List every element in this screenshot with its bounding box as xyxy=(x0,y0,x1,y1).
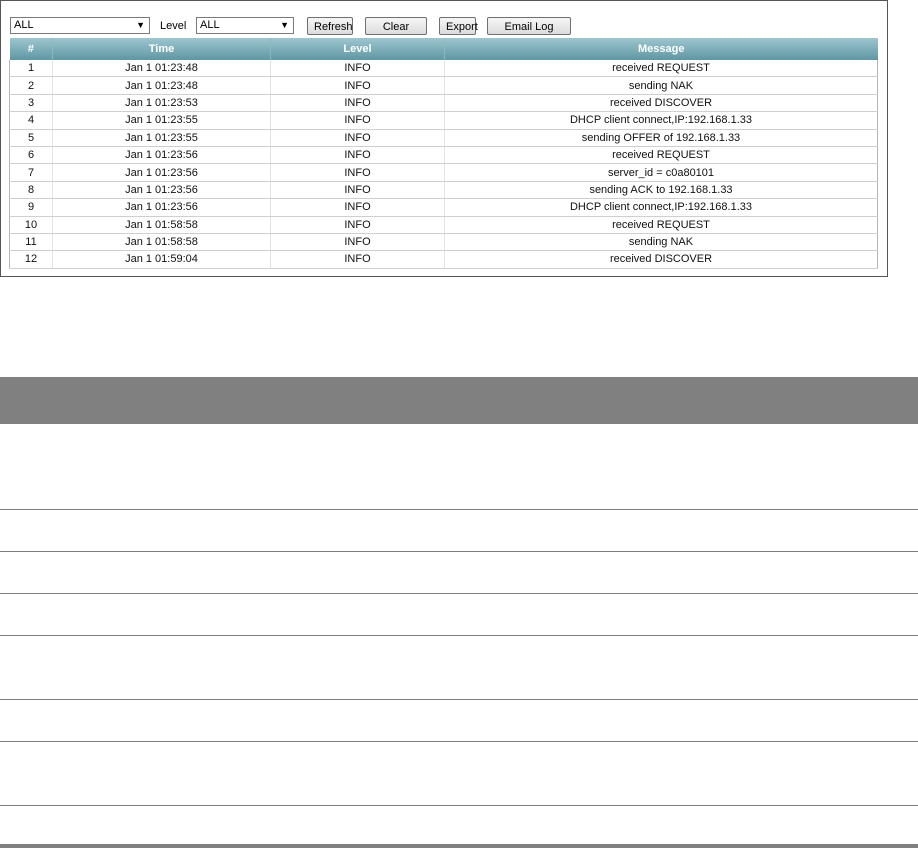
lower-table-row xyxy=(0,806,918,844)
log-row[interactable]: 1 Jan 1 01:23:48 INFO received REQUEST xyxy=(9,60,878,78)
log-level: INFO xyxy=(270,198,445,217)
log-message: received REQUEST xyxy=(444,146,878,165)
log-time: Jan 1 01:23:56 xyxy=(52,163,271,182)
log-table-header: # Time Level Message xyxy=(9,38,878,60)
log-time: Jan 1 01:23:55 xyxy=(52,129,271,147)
log-index: 4 xyxy=(9,111,53,130)
level-label: Level xyxy=(160,20,187,32)
log-index: 3 xyxy=(9,94,53,113)
log-table: # Time Level Message 1 Jan 1 01:23:48 INFO… xyxy=(9,38,878,269)
log-row[interactable]: 9 Jan 1 01:23:56 INFO DHCP client connect,I… xyxy=(9,198,878,217)
level-select-value: ALL xyxy=(200,19,220,31)
lower-table-row xyxy=(0,552,918,594)
log-index: 12 xyxy=(9,250,53,269)
log-row[interactable]: 6 Jan 1 01:23:56 INFO received REQUEST xyxy=(9,146,878,165)
log-row[interactable]: 4 Jan 1 01:23:55 INFO DHCP client connect,I… xyxy=(9,111,878,130)
log-level: INFO xyxy=(270,216,445,234)
category-select[interactable]: ALL ▼ xyxy=(10,17,150,34)
log-index: 7 xyxy=(9,163,53,182)
clear-logs-button[interactable]: Clear Logs xyxy=(365,17,427,49)
log-index: 5 xyxy=(9,129,53,147)
log-index: 2 xyxy=(9,76,53,95)
refresh-button[interactable]: Refresh xyxy=(307,17,353,35)
log-index: 8 xyxy=(9,181,53,200)
log-message: received DISCOVER xyxy=(444,250,878,269)
column-header-level[interactable]: Level xyxy=(270,38,445,60)
dropdown-arrow-icon: ▼ xyxy=(280,20,289,30)
lower-table-row xyxy=(0,510,918,552)
log-level: INFO xyxy=(270,94,445,113)
log-row[interactable]: 7 Jan 1 01:23:56 INFO server_id = c0a80101 xyxy=(9,163,878,182)
dropdown-arrow-icon: ▼ xyxy=(136,20,145,30)
log-row[interactable]: 3 Jan 1 01:23:53 INFO received DISCOVER xyxy=(9,94,878,113)
export-button[interactable]: Export xyxy=(439,17,478,35)
log-time: Jan 1 01:23:56 xyxy=(52,198,271,217)
log-toolbar: ALL ▼ Level ALL ▼ Refresh Clear Logs Exp… xyxy=(9,16,889,49)
log-time: Jan 1 01:23:55 xyxy=(52,111,271,130)
log-time: Jan 1 01:23:48 xyxy=(52,60,271,78)
log-viewer-panel: ALL ▼ Level ALL ▼ Refresh Clear Logs Exp… xyxy=(0,0,888,277)
column-header-message[interactable]: Message xyxy=(444,38,878,60)
log-message: received DISCOVER xyxy=(444,94,878,113)
log-time: Jan 1 01:59:04 xyxy=(52,250,271,269)
email-log-now-button[interactable]: Email Log Now xyxy=(487,17,571,49)
log-row[interactable]: 2 Jan 1 01:23:48 INFO sending NAK xyxy=(9,76,878,95)
log-message: server_id = c0a80101 xyxy=(444,163,878,182)
log-level: INFO xyxy=(270,163,445,182)
log-row[interactable]: 8 Jan 1 01:23:56 INFO sending ACK to 192.16… xyxy=(9,181,878,200)
log-message: sending ACK to 192.168.1.33 xyxy=(444,181,878,200)
log-message: received REQUEST xyxy=(444,60,878,78)
category-select-value: ALL xyxy=(14,19,34,31)
log-time: Jan 1 01:23:53 xyxy=(52,94,271,113)
log-row[interactable]: 5 Jan 1 01:23:55 INFO sending OFFER of 192.… xyxy=(9,129,878,147)
log-index: 10 xyxy=(9,216,53,234)
log-message: sending NAK xyxy=(444,233,878,252)
column-header-number[interactable]: # xyxy=(9,38,53,60)
lower-table-row xyxy=(0,594,918,636)
log-row[interactable]: 12 Jan 1 01:59:04 INFO received DISCOVER xyxy=(9,250,878,269)
lower-table-header xyxy=(0,377,918,424)
log-index: 9 xyxy=(9,198,53,217)
log-time: Jan 1 01:58:58 xyxy=(52,216,271,234)
column-header-time[interactable]: Time xyxy=(52,38,271,60)
lower-table-footer-rule xyxy=(0,844,918,848)
log-time: Jan 1 01:23:56 xyxy=(52,146,271,165)
log-level: INFO xyxy=(270,146,445,165)
lower-table-row xyxy=(0,700,918,742)
log-message: DHCP client connect,IP:192.168.1.33 xyxy=(444,198,878,217)
log-index: 6 xyxy=(9,146,53,165)
log-level: INFO xyxy=(270,111,445,130)
log-table-body: 1 Jan 1 01:23:48 INFO received REQUEST 2 Jan … xyxy=(9,60,878,269)
log-level: INFO xyxy=(270,250,445,269)
log-time: Jan 1 01:23:56 xyxy=(52,181,271,200)
log-level: INFO xyxy=(270,76,445,95)
log-level: INFO xyxy=(270,129,445,147)
level-select[interactable]: ALL ▼ xyxy=(196,17,294,34)
log-time: Jan 1 01:58:58 xyxy=(52,233,271,252)
log-level: INFO xyxy=(270,60,445,78)
lower-table-row xyxy=(0,636,918,700)
lower-table-row xyxy=(0,424,918,510)
log-row[interactable]: 11 Jan 1 01:58:58 INFO sending NAK xyxy=(9,233,878,252)
log-index: 11 xyxy=(9,233,53,252)
lower-table-row xyxy=(0,742,918,806)
log-message: sending OFFER of 192.168.1.33 xyxy=(444,129,878,147)
log-message: DHCP client connect,IP:192.168.1.33 xyxy=(444,111,878,130)
log-time: Jan 1 01:23:48 xyxy=(52,76,271,95)
log-level: INFO xyxy=(270,181,445,200)
log-level: INFO xyxy=(270,233,445,252)
log-message: sending NAK xyxy=(444,76,878,95)
lower-table xyxy=(0,377,918,848)
log-index: 1 xyxy=(9,60,53,78)
log-row[interactable]: 10 Jan 1 01:58:58 INFO received REQUEST xyxy=(9,216,878,234)
log-message: received REQUEST xyxy=(444,216,878,234)
